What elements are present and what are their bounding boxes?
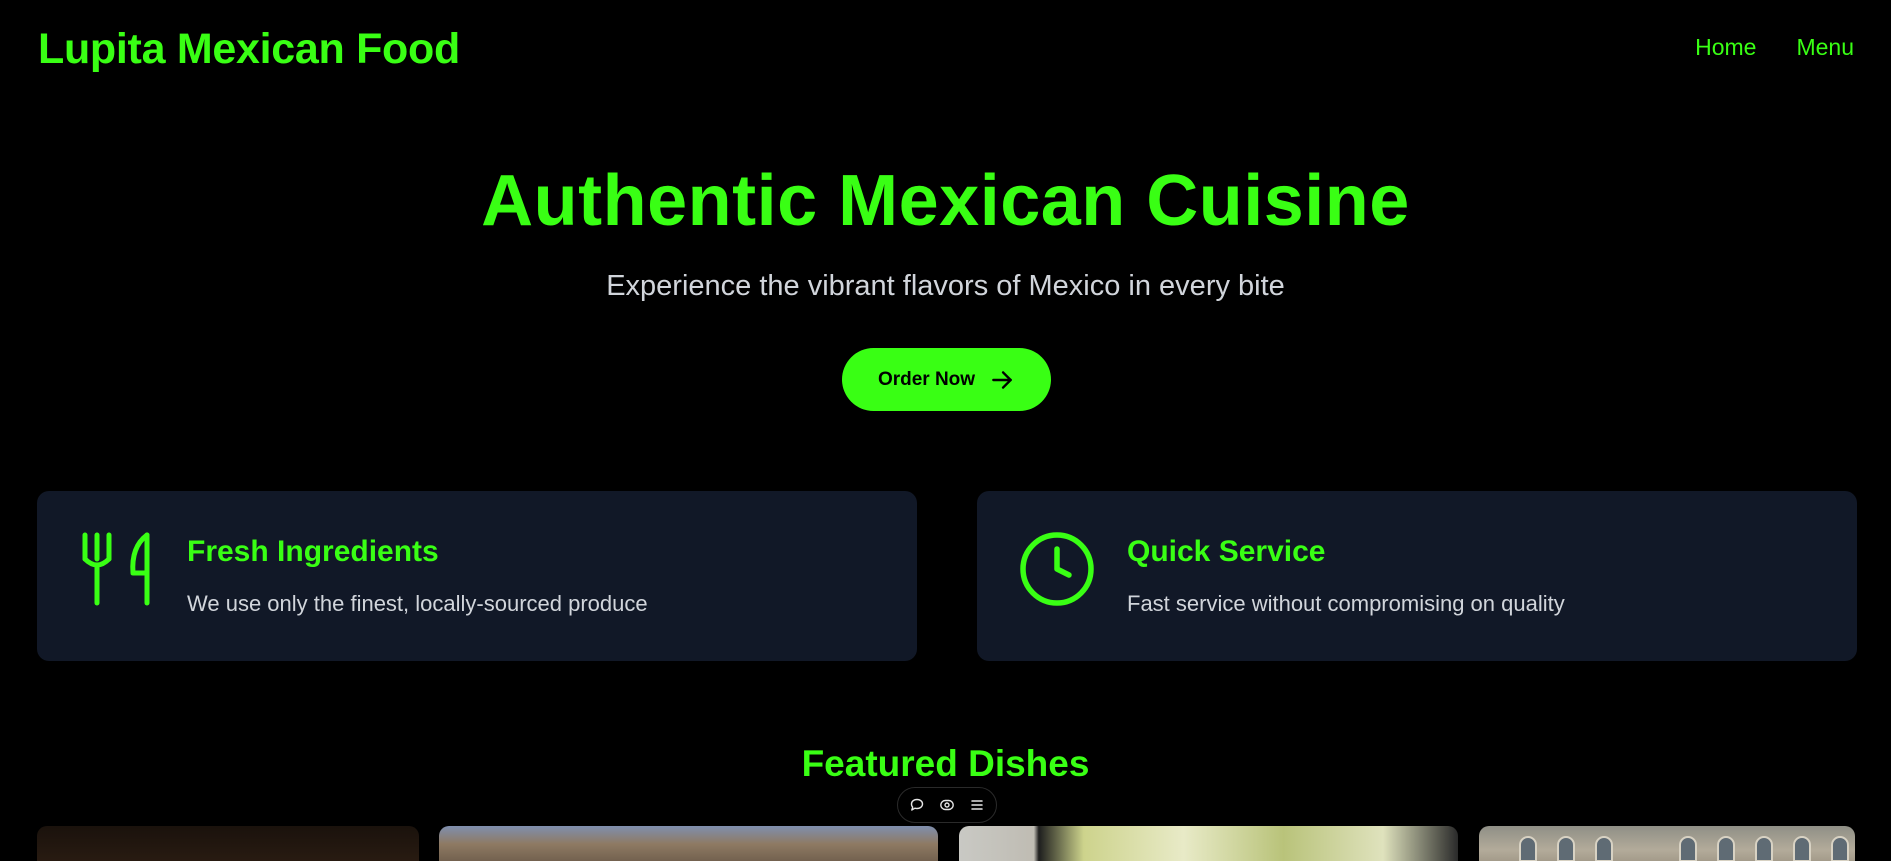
brand-logo[interactable]: Lupita Mexican Food <box>38 25 460 74</box>
order-now-label: Order Now <box>877 368 976 390</box>
order-now-button[interactable]: Order Now <box>842 348 1051 411</box>
feature-title: Fresh Ingredients <box>187 535 439 568</box>
arrow-right-icon <box>992 370 1012 389</box>
dish-card-image[interactable] <box>439 826 938 861</box>
feature-description: We use only the finest, locally-sourced … <box>187 591 648 616</box>
feature-card-fresh-ingredients: Fresh Ingredients We use only the finest… <box>37 491 917 661</box>
main-nav: Home Menu <box>1695 34 1854 61</box>
menu-icon[interactable] <box>966 794 988 816</box>
hero-subtitle: Experience the vibrant flavors of Mexico… <box>606 270 1285 302</box>
dish-card-image[interactable] <box>1479 826 1855 861</box>
hero-title: Authentic Mexican Cuisine <box>481 161 1410 241</box>
page: Lupita Mexican Food Home Menu Authentic … <box>0 0 1891 861</box>
dish-card-image[interactable] <box>37 826 419 861</box>
nav-link-menu[interactable]: Menu <box>1796 34 1854 61</box>
clock-icon <box>1019 531 1095 607</box>
feature-description: Fast service without compromising on qua… <box>1127 591 1565 616</box>
feature-title: Quick Service <box>1127 535 1326 568</box>
feature-card-quick-service: Quick Service Fast service without compr… <box>977 491 1857 661</box>
comment-icon[interactable] <box>906 794 928 816</box>
featured-dishes-heading: Featured Dishes <box>801 743 1090 784</box>
dish-card-image[interactable] <box>959 826 1458 861</box>
nav-link-home[interactable]: Home <box>1695 34 1756 61</box>
site-header: Lupita Mexican Food Home Menu <box>0 0 1891 100</box>
floating-toolbar <box>897 787 997 823</box>
eye-icon[interactable] <box>936 794 958 816</box>
utensils-icon <box>79 531 155 607</box>
